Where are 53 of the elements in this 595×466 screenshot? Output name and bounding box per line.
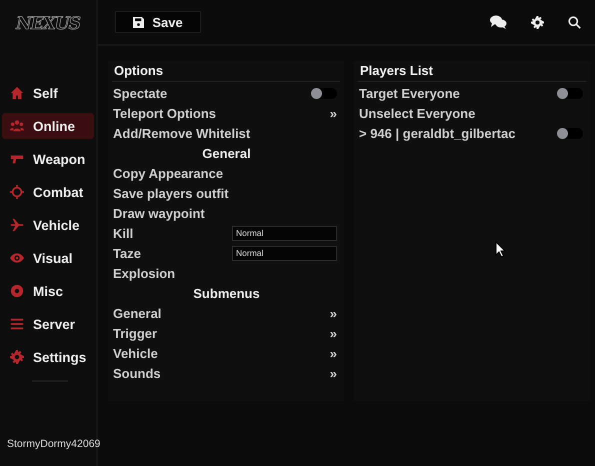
chevron-icon: » xyxy=(330,106,337,120)
search-icon[interactable] xyxy=(568,16,581,28)
option-label[interactable]: Save players outfit xyxy=(113,186,340,200)
section-heading: Submenus xyxy=(193,286,260,300)
toggle-switch[interactable] xyxy=(557,88,583,98)
sidebar-item[interactable]: Misc xyxy=(2,278,94,304)
input-field[interactable]: Normal xyxy=(232,226,337,240)
chevron-icon: » xyxy=(330,366,337,380)
users-icon xyxy=(10,119,24,133)
submenu-label[interactable]: Teleport Options xyxy=(113,106,330,120)
save-button[interactable]: Save xyxy=(115,11,201,33)
logo: NEXUS xyxy=(16,13,80,36)
sidebar-item[interactable]: Visual xyxy=(2,245,94,271)
submenu-label[interactable]: Vehicle xyxy=(113,346,330,360)
sidebar-item[interactable]: Self xyxy=(2,80,94,106)
panel-title: Options xyxy=(112,61,340,82)
option-label[interactable]: Target Everyone xyxy=(359,86,557,100)
option-label[interactable]: Explosion xyxy=(113,266,340,280)
toggle-switch[interactable] xyxy=(557,128,583,138)
submenu-label[interactable]: General xyxy=(113,306,330,320)
option-label[interactable]: Spectate xyxy=(113,86,311,100)
section-heading: General xyxy=(202,146,251,160)
panel-title: Players List xyxy=(358,61,586,82)
option-label: Taze xyxy=(113,246,142,260)
option-label: Kill xyxy=(113,226,134,240)
gear-icon xyxy=(10,350,24,364)
sidebar-item[interactable]: Combat xyxy=(2,179,94,205)
plane-icon xyxy=(10,218,24,232)
sidebar-item[interactable]: Settings xyxy=(2,344,94,370)
chevron-icon: » xyxy=(330,326,337,340)
sidebar-item[interactable]: Vehicle xyxy=(2,212,94,238)
home-icon xyxy=(10,86,24,100)
option-label[interactable]: > 946 | geraldbt_gilbertac xyxy=(359,126,557,140)
toggle-switch[interactable] xyxy=(311,88,337,98)
option-label[interactable]: Unselect Everyone xyxy=(359,106,586,120)
sidebar-item[interactable]: Online xyxy=(2,113,94,139)
chat-icon[interactable] xyxy=(490,15,507,29)
option-label[interactable]: Draw waypoint xyxy=(113,206,340,220)
sidebar-item[interactable]: Server xyxy=(2,311,94,337)
input-field[interactable]: Normal xyxy=(232,246,337,260)
crosshair-icon xyxy=(10,185,24,199)
circle-icon xyxy=(10,284,24,298)
submenu-label[interactable]: Trigger xyxy=(113,326,330,340)
cursor-icon xyxy=(495,241,506,258)
eye-icon xyxy=(10,251,24,265)
settings-icon[interactable] xyxy=(531,16,544,28)
chevron-icon: » xyxy=(330,306,337,320)
chevron-icon: » xyxy=(330,346,337,360)
menu-icon xyxy=(10,317,24,331)
sidebar-item[interactable]: Weapon xyxy=(2,146,94,172)
option-label[interactable]: Add/Remove Whitelist xyxy=(113,126,340,140)
option-label[interactable]: Copy Appearance xyxy=(113,166,340,180)
submenu-label[interactable]: Sounds xyxy=(113,366,330,380)
